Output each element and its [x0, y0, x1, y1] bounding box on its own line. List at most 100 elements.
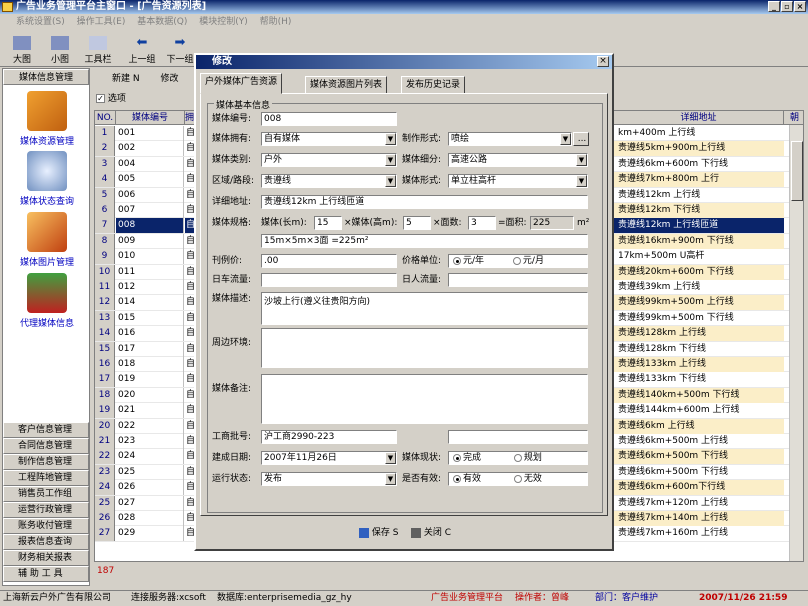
col-direction[interactable]: 朝: [784, 111, 803, 125]
nav-contract[interactable]: 合同信息管理: [3, 438, 89, 454]
remark-textarea[interactable]: [261, 374, 588, 424]
permit-input[interactable]: 沪工商2990-223: [261, 430, 397, 444]
save-button[interactable]: 保存 S: [359, 525, 398, 538]
sub-select[interactable]: 高速公路 ▼: [448, 153, 588, 167]
tab-outdoor-resource[interactable]: 户外媒体广告资源: [200, 73, 283, 94]
close-window-button[interactable]: ×: [794, 1, 806, 12]
permit-extra-input[interactable]: [448, 430, 588, 444]
row-number: 9: [95, 249, 115, 265]
nav-agent-media[interactable]: 代理媒体信息: [3, 273, 91, 329]
nav-media-status[interactable]: 媒体状态查询: [3, 151, 91, 207]
app-icon: [2, 2, 13, 12]
price-input[interactable]: .00: [261, 254, 397, 268]
col-no[interactable]: NO.: [95, 111, 116, 125]
nav-customer[interactable]: 客户信息管理: [3, 422, 89, 438]
nav-production[interactable]: 制作信息管理: [3, 454, 89, 470]
scroll-thumb[interactable]: [791, 141, 803, 201]
row-code: 004: [116, 156, 184, 172]
list-toolbar: 新建 N 修改: [94, 71, 178, 87]
row-address: 贵遵线6km+500m 上行线: [618, 436, 729, 446]
row-code: 026: [116, 480, 184, 496]
menu-module[interactable]: 模块控制(Y): [199, 17, 248, 27]
row-address: 贵遵线12km 上行线匝道: [614, 218, 784, 234]
nav-media-image[interactable]: 媒体图片管理: [3, 212, 91, 268]
new-button[interactable]: 新建 N: [112, 74, 140, 84]
browse-button[interactable]: ...: [573, 132, 589, 146]
label-permit: 工商批号:: [212, 432, 252, 442]
make-select[interactable]: 喷绘 ▼: [448, 132, 572, 146]
menu-bar: 系统设置(S) 操作工具(E) 基本数据(Q) 模块控制(Y) 帮助(H): [0, 14, 808, 30]
desc-textarea[interactable]: 沙坡上行(遵义往贵阳方向): [261, 292, 588, 325]
label-owner: 媒体拥有:: [212, 134, 252, 144]
row-address: 贵遵线6km+600m下行线: [614, 480, 784, 496]
restore-button[interactable]: ▫: [781, 1, 793, 12]
nav-finance[interactable]: 财务相关报表: [3, 550, 89, 566]
row-code: 014: [116, 295, 184, 311]
address-input[interactable]: 贵遵线12km 上行线匝道: [261, 195, 588, 209]
run-select[interactable]: 发布 ▼: [261, 472, 397, 486]
unit-year-radio[interactable]: 元/年: [453, 256, 484, 266]
chevron-down-icon: ▼: [385, 452, 396, 464]
chevron-down-icon: ▼: [385, 175, 396, 187]
select-checkbox[interactable]: ✓: [96, 94, 105, 103]
area-select[interactable]: 贵遵线 ▼: [261, 174, 397, 188]
label-people: 日人流量:: [402, 275, 442, 285]
row-code: 008: [116, 218, 184, 234]
menu-data[interactable]: 基本数据(Q): [137, 17, 187, 27]
tab-image-list[interactable]: 媒体资源图片列表: [305, 76, 388, 94]
status-operator: 操作者：曾峰: [515, 593, 570, 603]
col-address[interactable]: 详细地址: [614, 111, 784, 125]
valid-yes-radio[interactable]: 有效: [453, 474, 481, 484]
close-button[interactable]: 关闭 C: [411, 525, 451, 538]
row-address: 贵遵线6km+500m 下行线: [614, 449, 784, 465]
valid-no-radio[interactable]: 无效: [513, 474, 542, 484]
minimize-button[interactable]: _: [768, 1, 780, 12]
height-input[interactable]: 5: [403, 216, 431, 230]
day-traffic-input[interactable]: [261, 273, 397, 287]
price-unit-group: 元/年 元/月: [448, 254, 588, 268]
select-option[interactable]: ✓ 选项: [96, 92, 126, 106]
spec-text[interactable]: 15m×5m×3面 =225m²: [261, 234, 588, 248]
menu-tools[interactable]: 操作工具(E): [77, 17, 126, 27]
form-select[interactable]: 单立柱高杆 ▼: [448, 174, 588, 188]
nav-reports[interactable]: 报表信息查询: [3, 534, 89, 550]
width-input[interactable]: 15: [314, 216, 342, 230]
row-number: 1: [95, 126, 115, 141]
nav-accounts[interactable]: 账务收付管理: [3, 518, 89, 534]
row-code: 027: [116, 495, 184, 511]
menu-system[interactable]: 系统设置(S): [16, 17, 65, 27]
small-icon-button[interactable]: 小图: [40, 36, 80, 65]
toolbar-icon: [89, 36, 107, 50]
radio-on-icon: [453, 474, 461, 483]
nav-tools[interactable]: 辅 助 工 具: [3, 566, 89, 582]
nav-media-resource[interactable]: 媒体资源管理: [3, 91, 91, 147]
toolbar-toggle-button[interactable]: 工具栏: [78, 36, 118, 65]
label-width: 媒体(长m):: [261, 218, 307, 228]
people-input[interactable]: [448, 273, 588, 287]
tab-history[interactable]: 发布历史记录: [401, 76, 466, 94]
nav-admin[interactable]: 运营行政管理: [3, 502, 89, 518]
row-number: 8: [95, 233, 115, 249]
row-address: 贵遵线6km 上行线: [614, 418, 784, 434]
owner-select[interactable]: 自有媒体 ▼: [261, 132, 397, 146]
nav-engineering[interactable]: 工程阵地管理: [3, 470, 89, 486]
record-count: 187: [97, 566, 115, 576]
row-address: 贵遵线144km+600m 上行线: [618, 405, 740, 416]
nav-sales[interactable]: 销售员工作组: [3, 486, 89, 502]
large-icon-button[interactable]: 大图: [2, 36, 42, 65]
col-code[interactable]: 媒体编号: [116, 111, 185, 125]
box-icon: [27, 91, 67, 131]
type-select[interactable]: 户外 ▼: [261, 153, 397, 167]
code-input[interactable]: 008: [261, 112, 397, 126]
faces-input[interactable]: 3: [468, 216, 496, 230]
env-textarea[interactable]: [261, 328, 588, 368]
vertical-scrollbar[interactable]: [789, 125, 803, 561]
menu-help[interactable]: 帮助(H): [260, 17, 292, 27]
dialog-close-button[interactable]: ×: [597, 56, 609, 67]
edit-button[interactable]: 修改: [160, 74, 178, 84]
date-picker[interactable]: 2007年11月26日 ▼: [261, 451, 397, 465]
prev-group-button[interactable]: ⬅ 上一组: [122, 36, 162, 66]
unit-month-radio[interactable]: 元/月: [512, 256, 544, 266]
state-done-radio[interactable]: 完成: [453, 453, 481, 463]
state-plan-radio[interactable]: 规划: [513, 453, 542, 463]
